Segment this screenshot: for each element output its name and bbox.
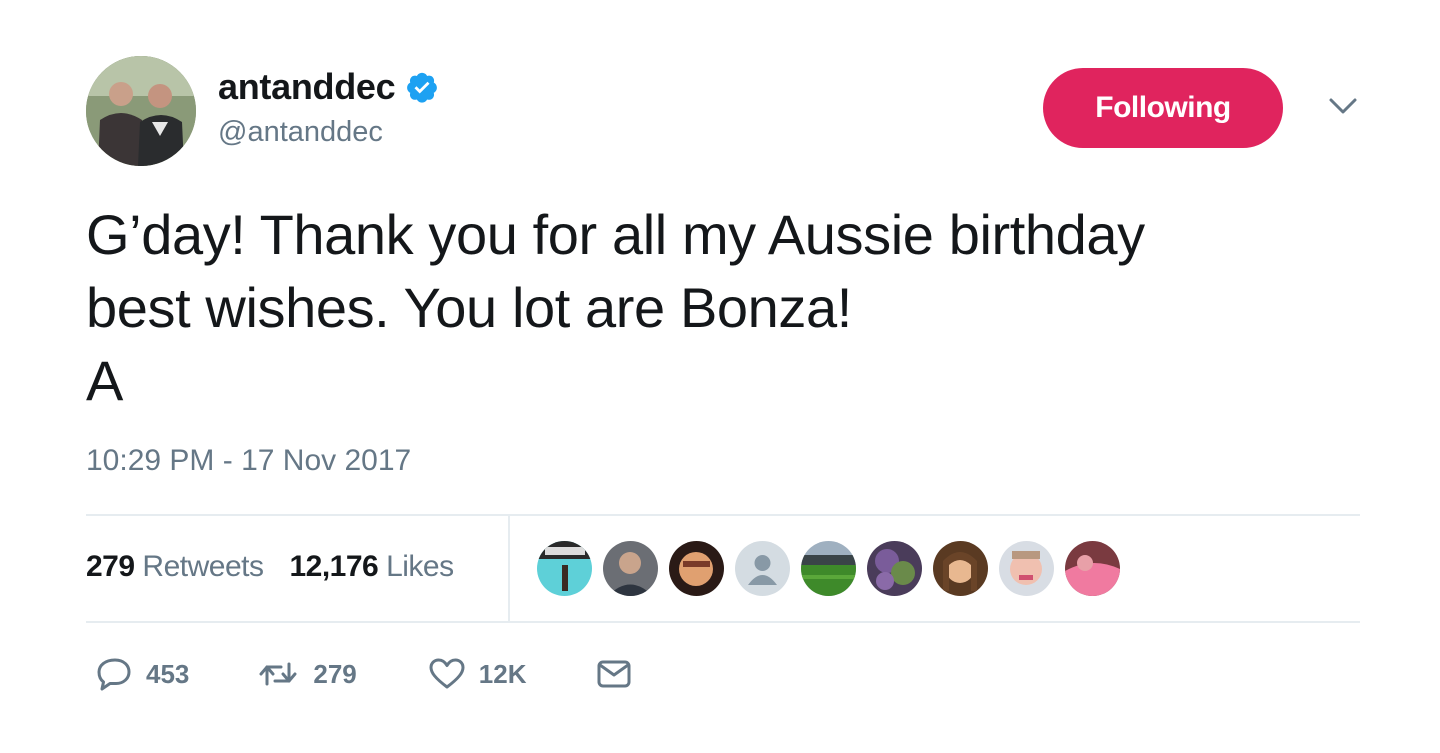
liker-avatar[interactable] — [537, 541, 592, 596]
chevron-down-icon[interactable] — [1323, 92, 1363, 122]
heart-icon — [427, 654, 467, 694]
likes-count: 12,176 — [289, 550, 379, 583]
divider — [508, 516, 510, 621]
envelope-icon — [594, 654, 634, 694]
retweets-count: 279 — [86, 550, 135, 583]
user-handle[interactable]: @antanddec — [218, 116, 383, 149]
liker-avatar[interactable] — [801, 541, 856, 596]
tweet-stats: 279 Retweets 12,176 Likes — [86, 550, 454, 584]
direct-message-button[interactable] — [594, 654, 634, 694]
divider — [86, 514, 1360, 516]
display-name-text[interactable]: antanddec — [218, 66, 396, 108]
verified-badge-icon — [405, 70, 439, 104]
likes-label: Likes — [386, 550, 454, 583]
retweets-stat[interactable]: 279 Retweets — [86, 550, 264, 584]
liker-avatar[interactable] — [867, 541, 922, 596]
avatar[interactable] — [86, 56, 196, 166]
tweet-timestamp[interactable]: 10:29 PM - 17 Nov 2017 — [86, 444, 411, 478]
like-count: 12K — [478, 658, 527, 689]
likers-avatars — [537, 541, 1120, 596]
likes-stat[interactable]: 12,176 Likes — [289, 550, 454, 584]
divider — [86, 621, 1360, 623]
tweet-card: antanddec @antanddec Following G’day! Th… — [0, 0, 1440, 753]
liker-avatar[interactable] — [933, 541, 988, 596]
liker-avatar[interactable] — [669, 541, 724, 596]
retweet-count: 279 — [313, 658, 357, 689]
tweet-actions: 453 279 12K — [94, 654, 634, 694]
reply-icon — [94, 654, 134, 694]
retweet-icon — [255, 654, 301, 694]
like-button[interactable]: 12K — [427, 654, 527, 694]
following-button[interactable]: Following — [1043, 68, 1283, 148]
liker-avatar[interactable] — [603, 541, 658, 596]
reply-button[interactable]: 453 — [94, 654, 189, 694]
reply-count: 453 — [146, 658, 190, 689]
display-name[interactable]: antanddec — [218, 66, 439, 108]
retweets-label: Retweets — [142, 550, 264, 583]
tweet-text: G’day! Thank you for all my Aussie birth… — [86, 203, 1145, 412]
retweet-button[interactable]: 279 — [255, 654, 357, 694]
liker-avatar[interactable] — [999, 541, 1054, 596]
default-avatar-icon[interactable] — [735, 541, 790, 596]
liker-avatar[interactable] — [1065, 541, 1120, 596]
